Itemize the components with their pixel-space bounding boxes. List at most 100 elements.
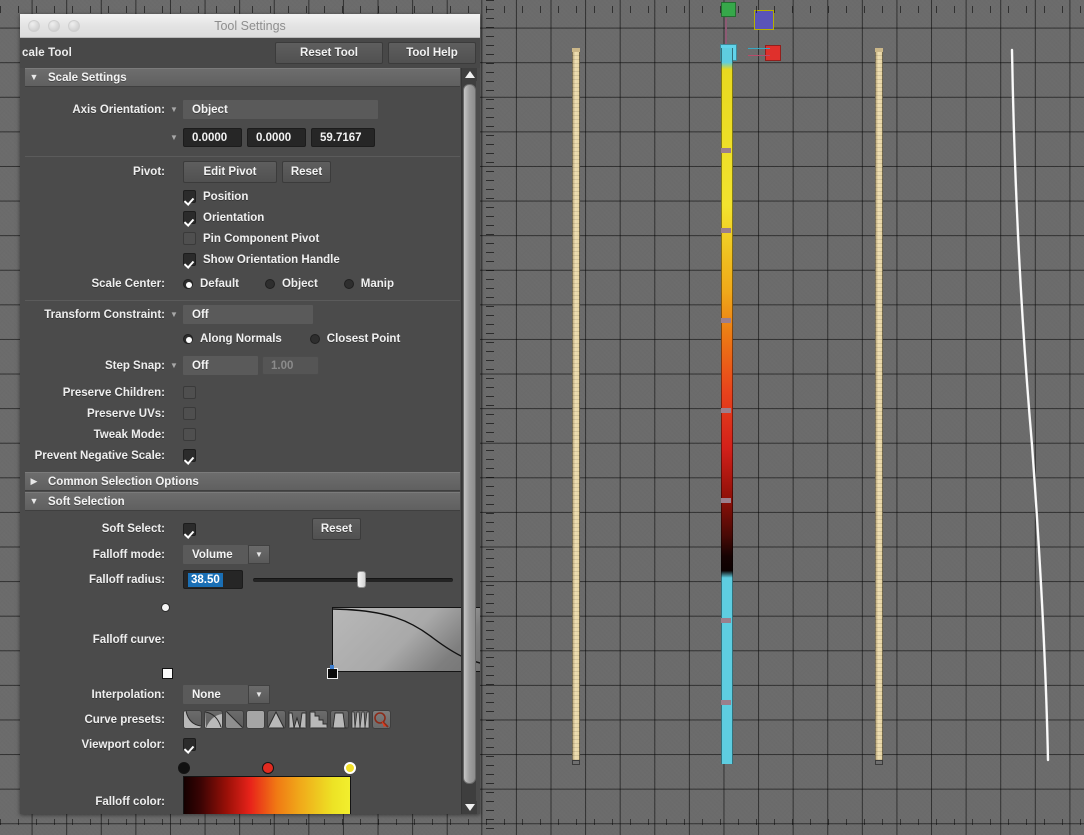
viewport-color-label: Viewport color: <box>81 738 166 751</box>
preserve-uvs-checkbox[interactable] <box>183 407 196 420</box>
falloff-color-ramp[interactable] <box>183 776 351 814</box>
preset-triple-spike-icon[interactable] <box>351 710 370 729</box>
falloff-radius-label: Falloff radius: <box>88 573 165 586</box>
constraint-radio-closest-point[interactable] <box>309 333 320 344</box>
transform-constraint-menu-arrow-icon[interactable]: ▼ <box>165 310 183 319</box>
axis-value-y-field[interactable]: 0.0000 <box>247 128 306 147</box>
falloff-ramp-top-marker-1[interactable] <box>262 762 274 774</box>
preset-ease-out-icon[interactable] <box>204 710 223 729</box>
row-prevent-negative-scale: Prevent Negative Scale: <box>25 445 460 466</box>
falloff-curve-handle-bottom-right-black[interactable] <box>327 668 338 679</box>
section-header-soft-selection[interactable]: ▼ Soft Selection <box>25 492 460 511</box>
viewport-color-checkbox[interactable] <box>183 738 196 751</box>
handle-guide-line-2 <box>748 55 770 56</box>
panel-scrollbar[interactable] <box>461 68 477 814</box>
falloff-ramp-top-marker-0[interactable] <box>178 762 190 774</box>
row-pivot: Pivot: Edit Pivot Reset <box>25 161 460 183</box>
row-preserve-children: Preserve Children: <box>25 382 460 403</box>
falloff-ramp-top-marker-2[interactable] <box>344 762 356 774</box>
scrollbar-thumb[interactable] <box>463 84 476 784</box>
tweak-mode-checkbox[interactable] <box>183 428 196 441</box>
tweak-mode-label: Tweak Mode: <box>93 428 165 441</box>
preset-triangle-icon[interactable] <box>267 710 286 729</box>
falloff-radius-slider-thumb[interactable] <box>357 571 366 588</box>
preserve-children-checkbox[interactable] <box>183 386 196 399</box>
tool-help-button[interactable]: Tool Help <box>388 42 476 64</box>
row-curve-presets: Curve presets: <box>25 709 460 730</box>
falloff-mode-option-menu[interactable]: Volume <box>183 545 248 564</box>
scale-center-label-object: Object <box>281 277 318 290</box>
soft-select-checkbox[interactable] <box>183 522 196 536</box>
axis-value-x-field[interactable]: 0.0000 <box>183 128 242 147</box>
scale-center-label-manip: Manip <box>360 277 395 290</box>
scroll-up-arrow-icon[interactable] <box>462 68 477 81</box>
row-interpolation: Interpolation: None ▼ <box>25 684 460 705</box>
preset-linear-icon[interactable] <box>225 710 244 729</box>
axis-orientation-option-menu[interactable]: Object <box>183 100 378 119</box>
falloff-curve-handle-bottom-left-white[interactable] <box>162 668 173 679</box>
falloff-radius-field[interactable]: 38.50 <box>183 570 243 589</box>
reset-tool-button[interactable]: Reset Tool <box>275 42 383 64</box>
constraint-label-closest-point: Closest Point <box>326 332 401 345</box>
strip-tan-left-cap-bottom <box>572 760 580 765</box>
deformed-edge-curve[interactable] <box>980 45 1080 765</box>
falloff-curve-handle-top-left[interactable] <box>161 603 170 612</box>
row-step-snap: Step Snap: ▼ Off 1.00 <box>25 355 460 376</box>
interpolation-option-menu[interactable]: None <box>183 685 248 704</box>
strip-bolt-6 <box>721 618 731 623</box>
preset-custom-edit-icon[interactable] <box>372 710 391 729</box>
preserve-uvs-label: Preserve UVs: <box>87 407 165 420</box>
pivot-label: Pivot: <box>133 166 165 178</box>
falloff-color-label: Falloff color: <box>95 796 165 808</box>
edit-pivot-button[interactable]: Edit Pivot <box>183 161 277 183</box>
step-snap-option-menu[interactable]: Off <box>183 356 258 375</box>
row-pin-component-pivot: Pin Component Pivot <box>25 228 460 249</box>
preset-concave-down-icon[interactable] <box>183 710 202 729</box>
step-snap-menu-arrow-icon[interactable]: ▼ <box>165 361 183 370</box>
falloff-curve-point-blue[interactable] <box>330 665 334 669</box>
section-header-common-selection-options[interactable]: ▶ Common Selection Options <box>25 472 460 491</box>
axis-values-menu-arrow-icon[interactable]: ▼ <box>165 133 183 142</box>
strip-tan-left[interactable] <box>572 48 580 764</box>
scale-center-radio-manip[interactable] <box>343 278 354 289</box>
tool-settings-window: Tool Settings cale Tool Reset Tool Tool … <box>20 14 480 814</box>
step-snap-label: Step Snap: <box>104 359 165 372</box>
strip-bolt-3 <box>721 318 731 323</box>
section-header-scale-settings[interactable]: ▼ Scale Settings <box>25 68 460 87</box>
section-title-soft-selection: Soft Selection <box>48 495 125 508</box>
pin-component-pivot-checkbox[interactable] <box>183 232 196 245</box>
preset-flat-icon[interactable] <box>246 710 265 729</box>
pivot-orientation-checkbox[interactable] <box>183 211 196 224</box>
scale-center-radio-object[interactable] <box>264 278 275 289</box>
chevron-down-icon: ▼ <box>29 72 39 82</box>
constraint-radio-along-normals[interactable] <box>183 333 193 344</box>
minimize-button[interactable] <box>48 19 60 32</box>
pivot-reset-button[interactable]: Reset <box>282 161 331 183</box>
handle-guide-line-1 <box>748 48 770 49</box>
zoom-button[interactable] <box>68 19 80 32</box>
divider-2 <box>25 300 460 301</box>
preset-staircase-icon[interactable] <box>309 710 328 729</box>
close-button[interactable] <box>28 19 40 32</box>
strip-bolt-7 <box>721 700 731 705</box>
falloff-mode-menu-arrow-icon[interactable]: ▼ <box>248 545 270 564</box>
window-titlebar[interactable]: Tool Settings <box>20 14 480 38</box>
axis-orientation-menu-arrow-icon[interactable]: ▼ <box>165 105 183 114</box>
transform-constraint-option-menu[interactable]: Off <box>183 305 313 324</box>
strip-tan-right[interactable] <box>875 48 883 764</box>
falloff-curve-graph[interactable] <box>332 607 480 672</box>
handle-square-blue[interactable] <box>754 10 774 30</box>
divider-1 <box>25 156 460 157</box>
preset-plateau-icon[interactable] <box>330 710 349 729</box>
falloff-radius-slider[interactable] <box>253 570 453 589</box>
preset-double-peak-icon[interactable] <box>288 710 307 729</box>
scale-center-radio-default[interactable] <box>183 278 193 289</box>
pivot-position-checkbox[interactable] <box>183 190 196 203</box>
axis-value-z-field[interactable]: 59.7167 <box>311 128 375 147</box>
strip-falloff-gradient-center[interactable] <box>721 48 733 764</box>
interpolation-menu-arrow-icon[interactable]: ▼ <box>248 685 270 704</box>
scroll-down-arrow-icon[interactable] <box>462 801 477 814</box>
soft-selection-reset-button[interactable]: Reset <box>312 518 361 540</box>
show-orientation-handle-checkbox[interactable] <box>183 253 196 266</box>
prevent-negative-scale-checkbox[interactable] <box>183 449 196 462</box>
